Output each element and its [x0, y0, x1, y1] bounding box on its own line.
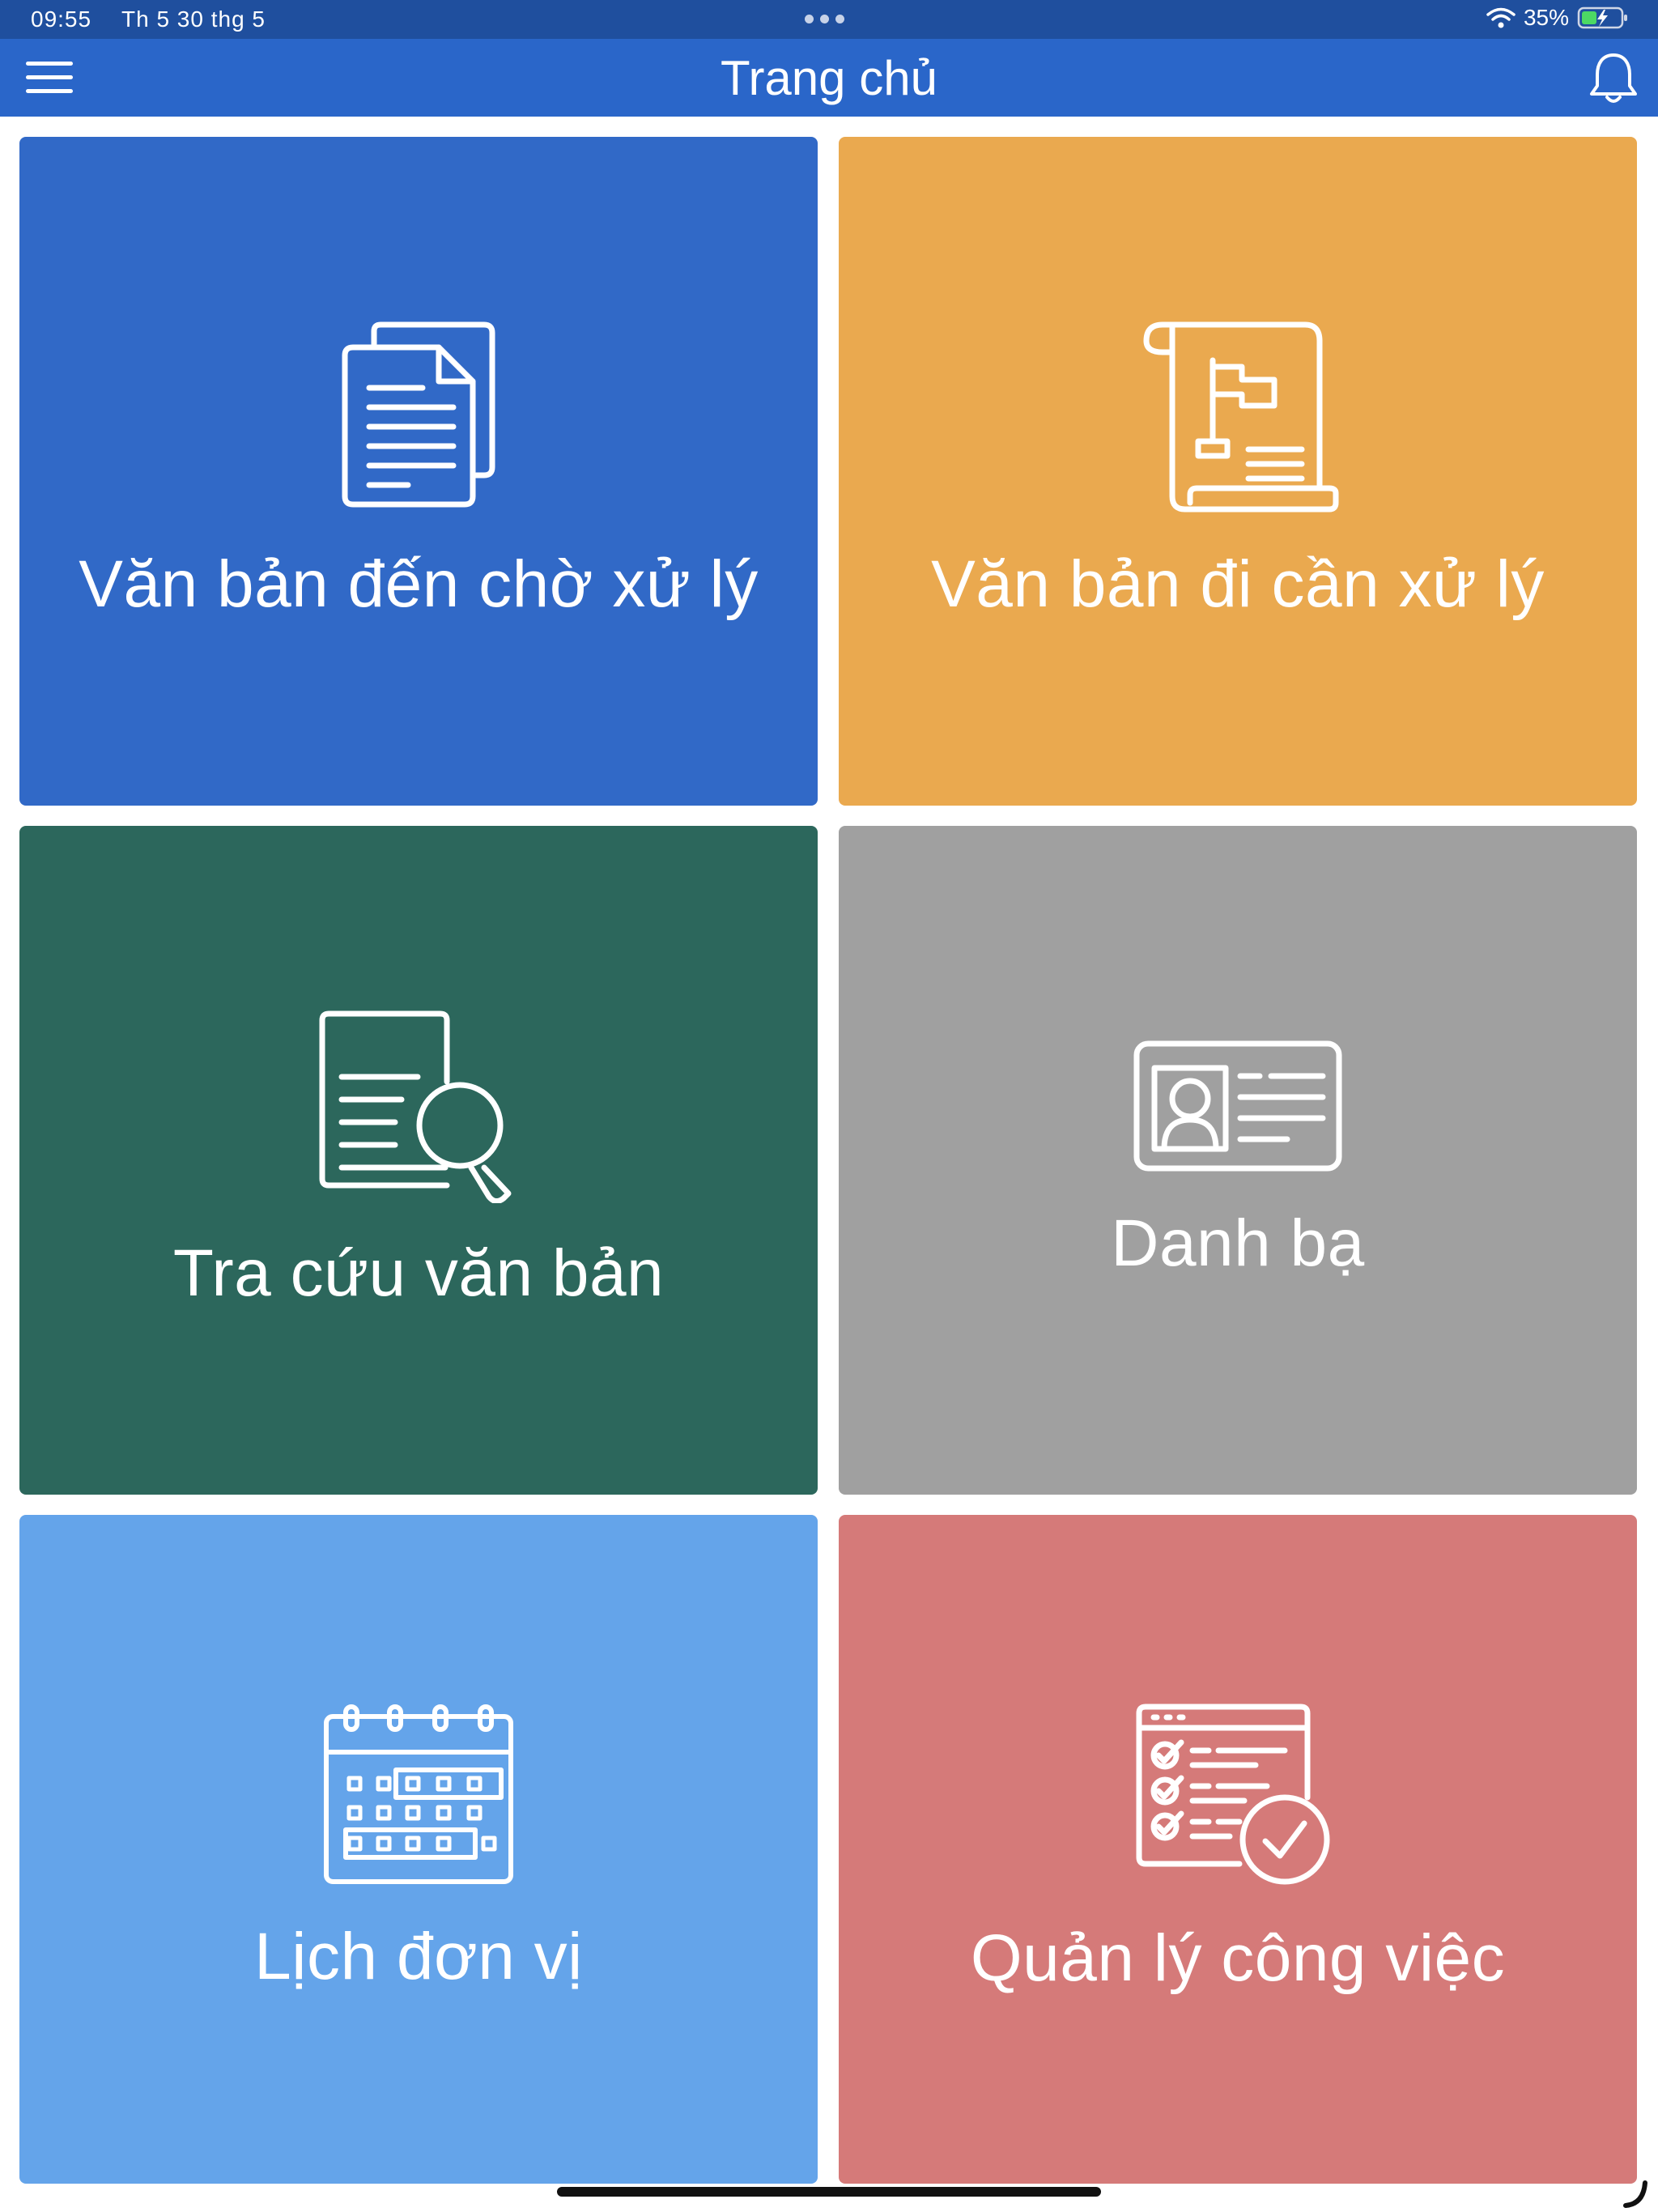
nav-bar: Trang chủ — [0, 39, 1658, 117]
contact-card-icon — [1133, 1040, 1342, 1172]
tile-label: Văn bản đi cần xử lý — [931, 547, 1545, 621]
tile-contacts[interactable]: Danh bạ — [839, 826, 1637, 1495]
tile-outgoing-documents[interactable]: Văn bản đi cần xử lý — [839, 137, 1637, 806]
tile-label: Lịch đơn vị — [254, 1920, 583, 1993]
battery-charging-icon — [1577, 6, 1627, 29]
multitasking-dots-icon[interactable] — [805, 15, 844, 23]
bell-icon[interactable] — [1587, 50, 1640, 107]
status-date: Th 5 30 thg 5 — [121, 6, 266, 32]
tile-label: Danh bạ — [1111, 1206, 1365, 1280]
tile-search-documents[interactable]: Tra cứu văn bản — [19, 826, 818, 1495]
documents-icon — [342, 321, 495, 508]
tile-unit-calendar[interactable]: Lịch đơn vị — [19, 1515, 818, 2184]
page-title: Trang chủ — [721, 51, 937, 105]
task-checklist-icon — [1136, 1704, 1330, 1885]
tile-label: Văn bản đến chờ xử lý — [79, 547, 759, 621]
wifi-icon — [1486, 7, 1516, 28]
status-bar: 09:55 Th 5 30 thg 5 35% — [0, 0, 1658, 39]
corner-handle-icon — [1623, 2180, 1647, 2208]
tile-task-management[interactable]: Quản lý công việc — [839, 1515, 1637, 2184]
document-search-icon — [319, 1010, 512, 1203]
tile-incoming-documents[interactable]: Văn bản đến chờ xử lý — [19, 137, 818, 806]
status-indicators: 35% — [1486, 5, 1629, 31]
status-time: 09:55 — [31, 6, 92, 32]
tile-label: Tra cứu văn bản — [172, 1236, 665, 1310]
scroll-flag-icon — [1143, 321, 1339, 513]
calendar-icon — [324, 1704, 513, 1884]
home-indicator[interactable] — [557, 2187, 1101, 2197]
battery-percent: 35% — [1523, 5, 1569, 30]
tile-label: Quản lý công việc — [970, 1921, 1506, 1995]
